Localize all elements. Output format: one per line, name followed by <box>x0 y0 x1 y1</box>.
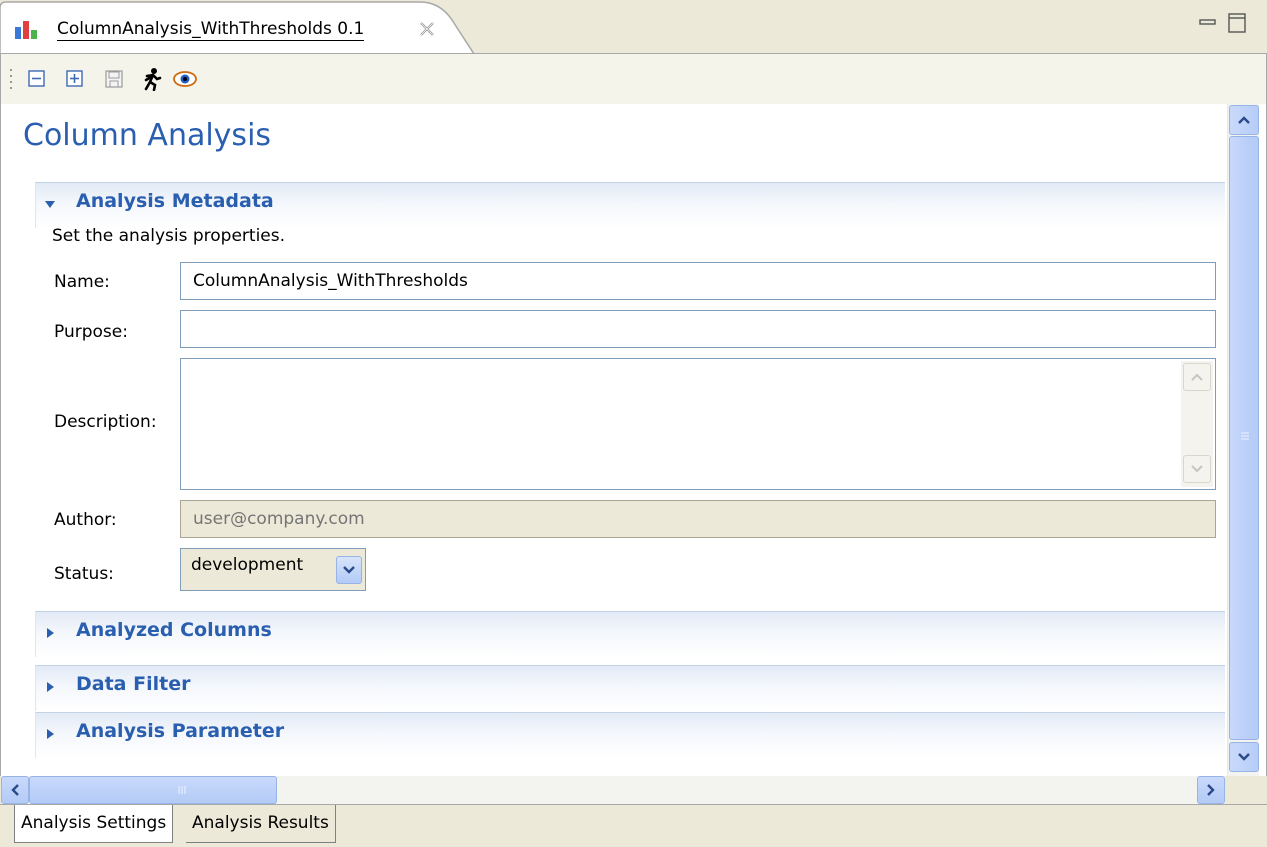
page-title: Column Analysis <box>23 118 272 153</box>
description-field[interactable] <box>180 358 1216 490</box>
section-title: Analysis Metadata <box>76 190 274 212</box>
section-data-filter[interactable]: Data Filter <box>35 665 1225 711</box>
vertical-scroll-thumb[interactable] <box>1229 136 1259 740</box>
grip-icon <box>1241 432 1249 440</box>
expand-all-button[interactable] <box>62 66 88 92</box>
page-tabs: Analysis Settings Analysis Results <box>0 804 1267 847</box>
author-label: Author: <box>54 510 117 530</box>
preview-icon <box>173 71 197 87</box>
section-analysis-parameter[interactable]: Analysis Parameter <box>35 712 1225 758</box>
status-dropdown-button[interactable] <box>336 556 362 584</box>
scroll-left-button[interactable] <box>1 776 29 804</box>
scroll-down-button[interactable] <box>1183 455 1211 483</box>
scrollbar-corner <box>1226 776 1266 804</box>
run-icon <box>144 68 162 91</box>
vertical-scrollbar[interactable] <box>1227 104 1259 776</box>
scroll-up-button[interactable] <box>1229 105 1259 135</box>
status-select[interactable]: development <box>180 548 366 591</box>
collapse-all-button[interactable] <box>24 66 50 92</box>
section-title: Analyzed Columns <box>76 619 272 641</box>
chevron-right-icon <box>47 628 54 638</box>
grip-icon <box>178 786 186 794</box>
chevron-up-icon <box>1238 116 1250 124</box>
scroll-right-button[interactable] <box>1197 776 1225 804</box>
editor-content: Column Analysis Analysis Metadata Set th… <box>0 104 1267 776</box>
chevron-down-icon <box>1191 465 1203 473</box>
save-icon <box>105 70 123 88</box>
purpose-label: Purpose: <box>54 322 128 342</box>
editor-toolbar <box>0 54 1267 104</box>
section-analyzed-columns[interactable]: Analyzed Columns <box>35 611 1225 657</box>
horizontal-scrollbar[interactable] <box>1 776 1225 804</box>
editor-tab[interactable]: ColumnAnalysis_WithThresholds 0.1 <box>0 0 480 54</box>
save-button[interactable] <box>101 66 127 92</box>
tab-analysis-results[interactable]: Analysis Results <box>186 805 336 843</box>
collapse-all-icon <box>28 70 45 87</box>
chevron-up-icon <box>1191 373 1203 381</box>
section-description: Set the analysis properties. <box>52 226 286 246</box>
description-scrollbar[interactable] <box>1181 361 1213 487</box>
minimize-icon[interactable] <box>1199 14 1217 32</box>
chevron-down-icon <box>45 201 55 208</box>
name-field[interactable] <box>180 262 1216 300</box>
chevron-down-icon <box>1238 753 1250 761</box>
section-analysis-metadata[interactable]: Analysis Metadata <box>35 182 1225 228</box>
author-field[interactable] <box>180 500 1216 538</box>
scroll-up-button[interactable] <box>1183 363 1211 391</box>
scroll-down-button[interactable] <box>1229 742 1259 772</box>
purpose-field[interactable] <box>180 310 1216 348</box>
run-button[interactable] <box>138 66 164 92</box>
expand-all-icon <box>66 70 83 87</box>
description-label: Description: <box>54 412 157 432</box>
chevron-right-icon <box>1207 784 1215 796</box>
tab-analysis-settings[interactable]: Analysis Settings <box>14 805 174 843</box>
close-icon[interactable] <box>418 20 436 38</box>
maximize-icon[interactable] <box>1227 12 1247 34</box>
name-label: Name: <box>54 272 110 292</box>
tab-title: ColumnAnalysis_WithThresholds 0.1 <box>57 19 365 41</box>
chevron-down-icon <box>343 566 355 574</box>
preview-button[interactable] <box>172 66 198 92</box>
section-title: Analysis Parameter <box>76 720 285 742</box>
status-label: Status: <box>54 564 114 584</box>
horizontal-scroll-thumb[interactable] <box>29 776 277 804</box>
status-value: development <box>191 555 304 575</box>
bar-chart-icon <box>15 21 37 39</box>
editor-tab-bar: ColumnAnalysis_WithThresholds 0.1 <box>0 0 1267 54</box>
chevron-right-icon <box>47 682 54 692</box>
chevron-left-icon <box>11 784 19 796</box>
chevron-right-icon <box>47 729 54 739</box>
section-title: Data Filter <box>76 673 191 695</box>
toolbar-grip-icon[interactable] <box>10 68 13 94</box>
